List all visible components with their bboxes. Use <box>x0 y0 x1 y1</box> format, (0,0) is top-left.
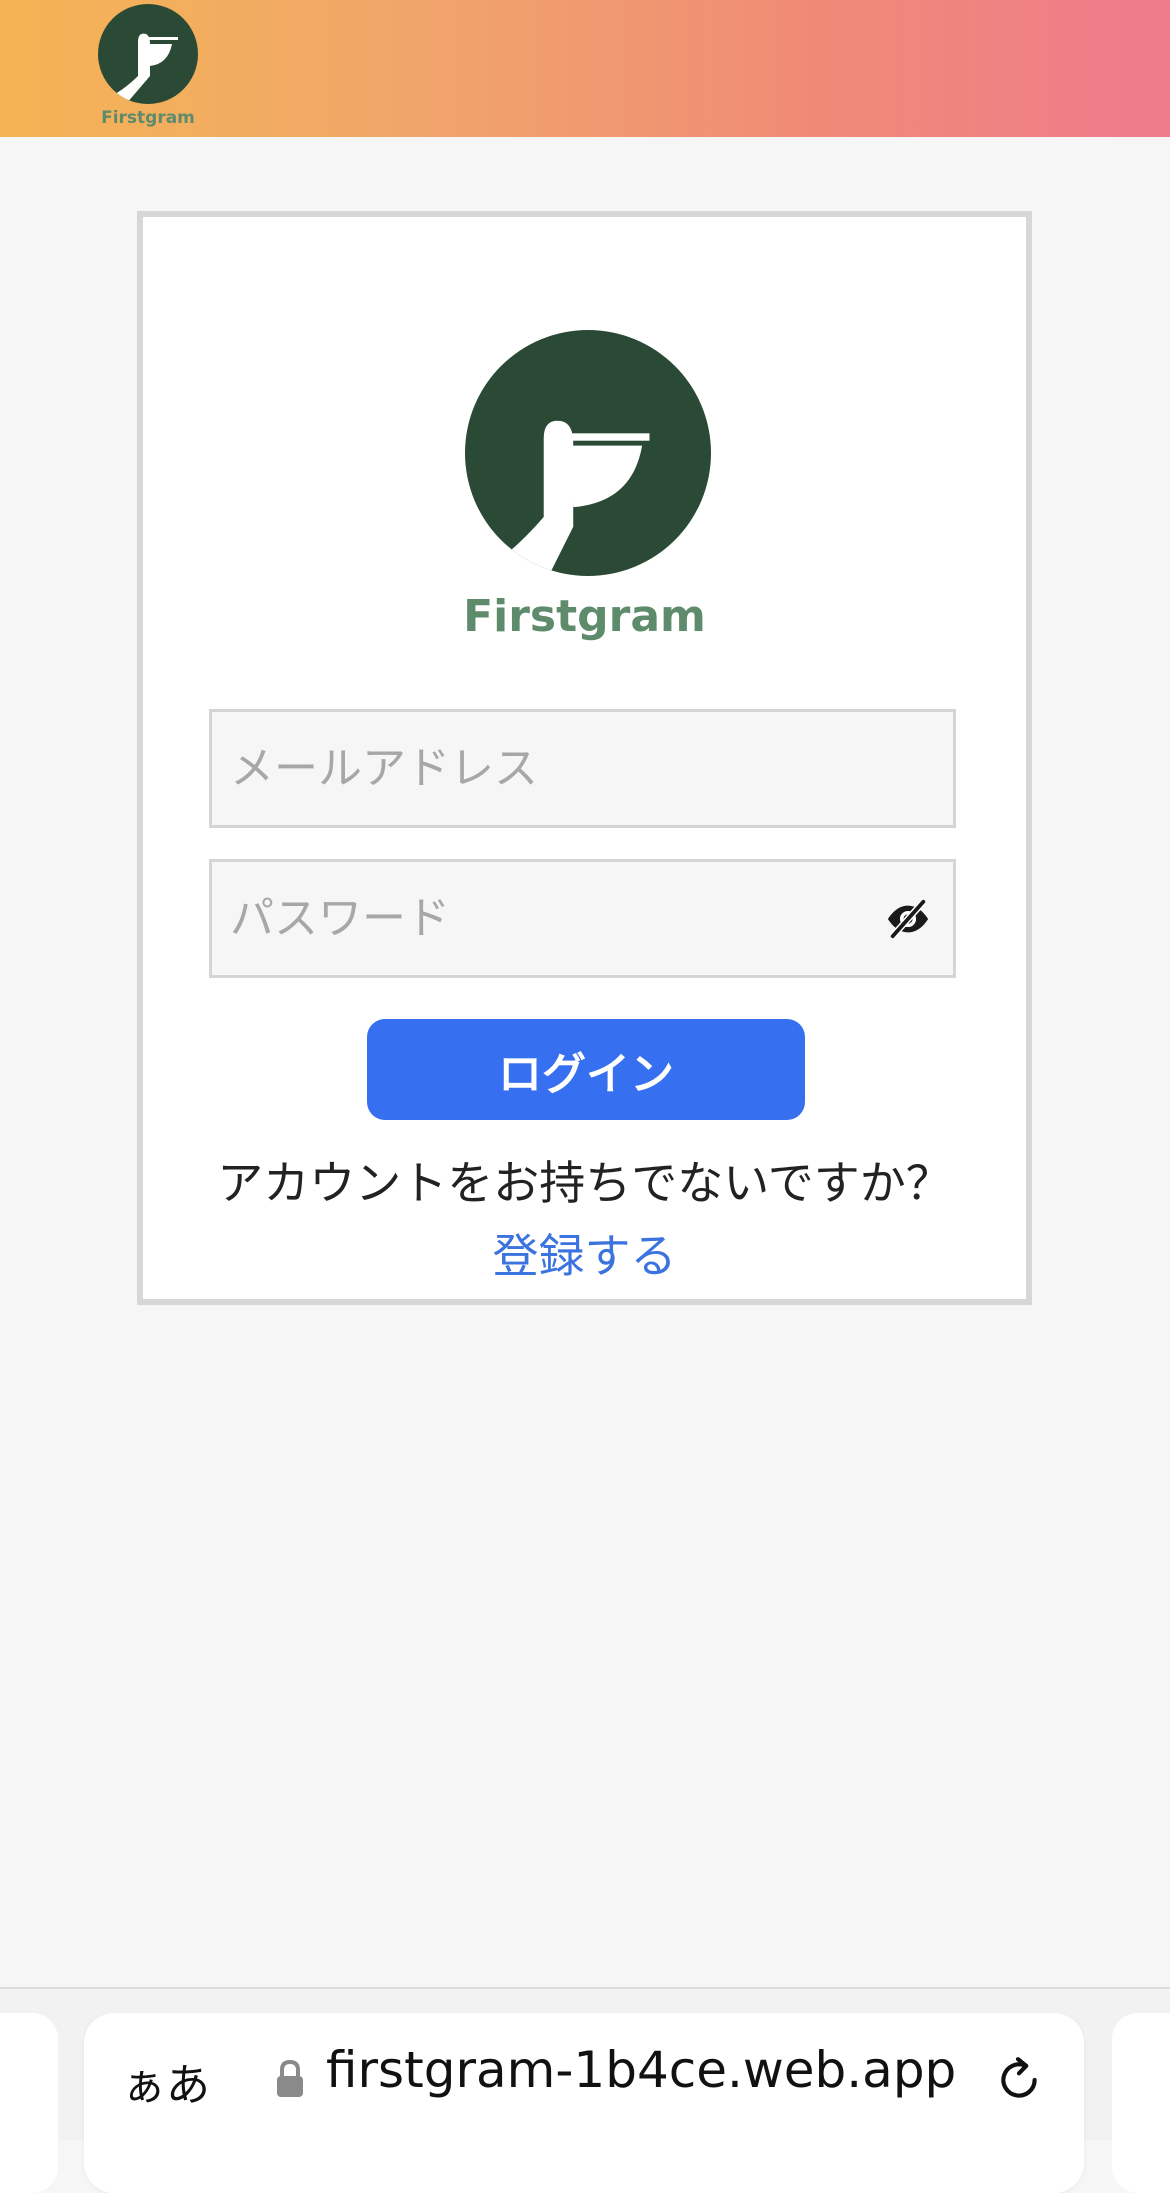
login-card: Firstgram ログイン アカウントをお持ちでないですか？ 登録する <box>137 211 1032 1305</box>
login-button[interactable]: ログイン <box>367 1019 805 1120</box>
app-header: Firstgram <box>0 0 1170 137</box>
text-size-button[interactable]: ぁあ <box>122 2049 210 2113</box>
header-logo-text: Firstgram <box>101 108 195 128</box>
main-logo <box>465 330 711 576</box>
header-logo[interactable]: Firstgram <box>98 4 198 132</box>
email-input[interactable] <box>230 712 870 825</box>
pelican-logo-icon <box>465 330 711 576</box>
reload-icon[interactable] <box>994 2055 1044 2105</box>
pelican-logo-icon <box>98 4 198 104</box>
password-input[interactable] <box>230 862 870 975</box>
register-link[interactable]: 登録する <box>143 1220 1026 1286</box>
previous-tab-preview[interactable] <box>0 2013 58 2193</box>
url-text[interactable]: firstgram-1b4ce.web.app <box>326 2041 956 2099</box>
eye-slash-icon[interactable] <box>885 896 931 942</box>
no-account-text: アカウントをお持ちでないですか？ <box>217 1156 952 1210</box>
address-bar[interactable]: ぁあ firstgram-1b4ce.web.app <box>84 2013 1084 2193</box>
browser-bottom-bar: ぁあ firstgram-1b4ce.web.app <box>0 1987 1170 2193</box>
lock-icon <box>277 2059 303 2097</box>
password-field[interactable] <box>209 859 956 978</box>
email-field[interactable] <box>209 709 956 828</box>
brand-name: Firstgram <box>463 591 706 642</box>
next-tab-preview[interactable] <box>1112 2013 1170 2193</box>
